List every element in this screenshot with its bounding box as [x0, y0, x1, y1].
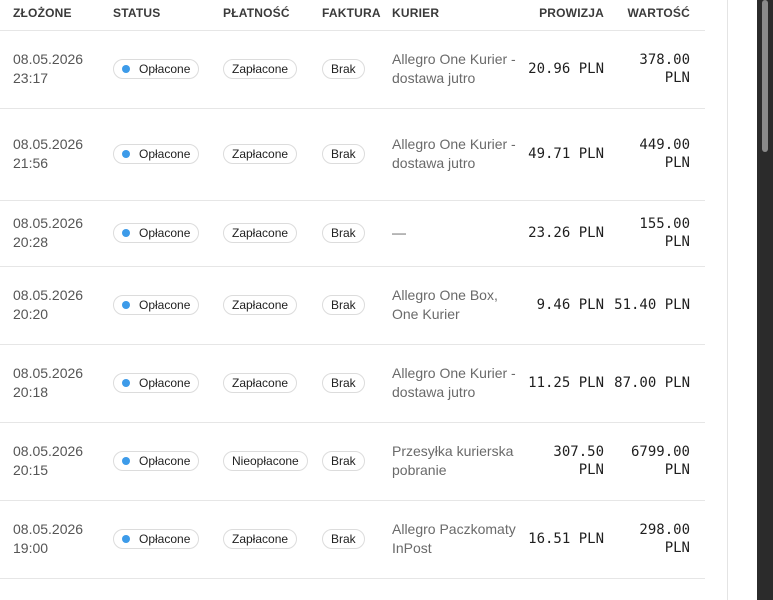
order-date: 08.05.2026 21:56 — [13, 135, 108, 173]
status-label: Opłacone — [139, 376, 191, 390]
order-value: 298.00 PLN — [639, 522, 690, 556]
order-date-time: 21:56 — [13, 155, 49, 171]
order-value: 51.40 PLN — [614, 297, 690, 313]
status-dot-icon — [122, 379, 130, 387]
commission-amount: 16.51 PLN — [528, 531, 604, 547]
table-row[interactable]: 08.05.2026 20:18 Opłacone Zapłacone Brak Alle… — [0, 344, 705, 423]
status-label: Opłacone — [139, 226, 191, 240]
order-date: 08.05.2026 20:20 — [13, 286, 108, 324]
order-date: 08.05.2026 20:28 — [13, 214, 108, 252]
status-dot-icon — [122, 535, 130, 543]
status-badge: Opłacone — [113, 59, 200, 79]
order-date: 08.05.2026 20:18 — [13, 364, 108, 402]
payment-badge: Zapłacone — [223, 223, 298, 243]
scrollbar-thumb[interactable] — [762, 0, 768, 152]
order-date-day: 08.05.2026 — [13, 136, 84, 152]
order-date-time: 20:18 — [13, 384, 49, 400]
invoice-badge: Brak — [322, 373, 365, 393]
column-header-status[interactable]: STATUS — [113, 6, 160, 20]
order-value: 155.00 PLN — [639, 216, 690, 250]
status-badge: Opłacone — [113, 144, 200, 164]
table-row[interactable]: 08.05.2026 20:28 Opłacone Zapłacone Brak — 23.… — [0, 200, 705, 267]
order-date: 08.05.2026 23:17 — [13, 50, 108, 88]
column-header-value[interactable]: WARTOŚĆ — [627, 6, 690, 20]
status-label: Opłacone — [139, 147, 191, 161]
payment-badge: Nieopłacone — [223, 451, 308, 471]
status-badge: Opłacone — [113, 529, 200, 549]
commission-amount: 20.96 PLN — [528, 61, 604, 77]
courier-name: Allegro Paczkomaty InPost — [392, 521, 516, 556]
status-badge: Opłacone — [113, 373, 200, 393]
courier-name: Przesyłka kurierska pobranie — [392, 443, 514, 478]
invoice-badge: Brak — [322, 223, 365, 243]
column-header-commission[interactable]: PROWIZJA — [539, 6, 604, 20]
commission-amount: 11.25 PLN — [528, 375, 604, 391]
order-date-day: 08.05.2026 — [13, 521, 84, 537]
status-badge: Opłacone — [113, 295, 200, 315]
order-date-day: 08.05.2026 — [13, 365, 84, 381]
status-dot-icon — [122, 457, 130, 465]
status-dot-icon — [122, 150, 130, 158]
order-date: 08.05.2026 19:00 — [13, 520, 108, 558]
status-badge: Opłacone — [113, 223, 200, 243]
courier-name: Allegro One Kurier - dostawa jutro — [392, 136, 516, 171]
status-label: Opłacone — [139, 62, 191, 76]
order-date-day: 08.05.2026 — [13, 51, 84, 67]
status-badge: Opłacone — [113, 451, 200, 471]
order-value: 6799.00 PLN — [630, 444, 690, 478]
table-row[interactable]: 08.05.2026 20:20 Opłacone Zapłacone Brak Alle… — [0, 266, 705, 345]
commission-amount: 9.46 PLN — [536, 297, 604, 313]
order-date-time: 23:17 — [13, 70, 49, 86]
scrollbar[interactable] — [757, 0, 773, 600]
payment-badge: Zapłacone — [223, 59, 298, 79]
order-date: 08.05.2026 20:15 — [13, 442, 108, 480]
commission-amount: 23.26 PLN — [528, 225, 604, 241]
table-row[interactable]: 08.05.2026 20:15 Opłacone Nieopłacone Brak Pr… — [0, 422, 705, 501]
order-date-time: 20:15 — [13, 462, 49, 478]
order-value: 449.00 PLN — [639, 137, 690, 171]
table-row[interactable]: 08.05.2026 23:17 Opłacone Zapłacone Brak Alle… — [0, 30, 705, 109]
orders-table: ZŁOŻONE STATUS PŁATNOŚĆ FAKTURA KURIER P… — [0, 0, 705, 600]
status-dot-icon — [122, 229, 130, 237]
payment-badge: Zapłacone — [223, 295, 298, 315]
panel-gap — [705, 0, 727, 600]
invoice-badge: Brak — [322, 295, 365, 315]
side-panel — [728, 0, 757, 600]
column-header-placed[interactable]: ZŁOŻONE — [13, 6, 72, 20]
order-date-time: 20:20 — [13, 306, 49, 322]
invoice-badge: Brak — [322, 451, 365, 471]
status-dot-icon — [122, 301, 130, 309]
column-header-courier[interactable]: KURIER — [392, 6, 439, 20]
courier-name: Allegro One Kurier - dostawa jutro — [392, 51, 516, 86]
order-date-day: 08.05.2026 — [13, 215, 84, 231]
order-date-time: 19:00 — [13, 540, 49, 556]
invoice-badge: Brak — [322, 529, 365, 549]
order-value: 378.00 PLN — [639, 52, 690, 86]
courier-name: Allegro One Kurier - dostawa jutro — [392, 365, 516, 400]
table-row[interactable]: 08.05.2026 21:56 Opłacone Zapłacone Brak Alle… — [0, 108, 705, 201]
table-row[interactable]: 08.05.2026 19:00 Opłacone Zapłacone Brak Alle… — [0, 500, 705, 579]
courier-name: Allegro One Box, One Kurier — [392, 287, 498, 322]
order-value: 87.00 PLN — [614, 375, 690, 391]
table-header: ZŁOŻONE STATUS PŁATNOŚĆ FAKTURA KURIER P… — [0, 0, 705, 31]
order-date-day: 08.05.2026 — [13, 287, 84, 303]
invoice-badge: Brak — [322, 144, 365, 164]
column-header-payment[interactable]: PŁATNOŚĆ — [223, 6, 290, 20]
status-dot-icon — [122, 65, 130, 73]
commission-amount: 307.50 PLN — [553, 444, 604, 478]
commission-amount: 49.71 PLN — [528, 146, 604, 162]
invoice-badge: Brak — [322, 59, 365, 79]
payment-badge: Zapłacone — [223, 373, 298, 393]
payment-badge: Zapłacone — [223, 529, 298, 549]
status-label: Opłacone — [139, 454, 191, 468]
column-header-invoice[interactable]: FAKTURA — [322, 6, 381, 20]
payment-badge: Zapłacone — [223, 144, 298, 164]
order-date-time: 20:28 — [13, 234, 49, 250]
status-label: Opłacone — [139, 298, 191, 312]
status-label: Opłacone — [139, 532, 191, 546]
order-date-day: 08.05.2026 — [13, 443, 84, 459]
courier-name: — — [392, 224, 406, 241]
